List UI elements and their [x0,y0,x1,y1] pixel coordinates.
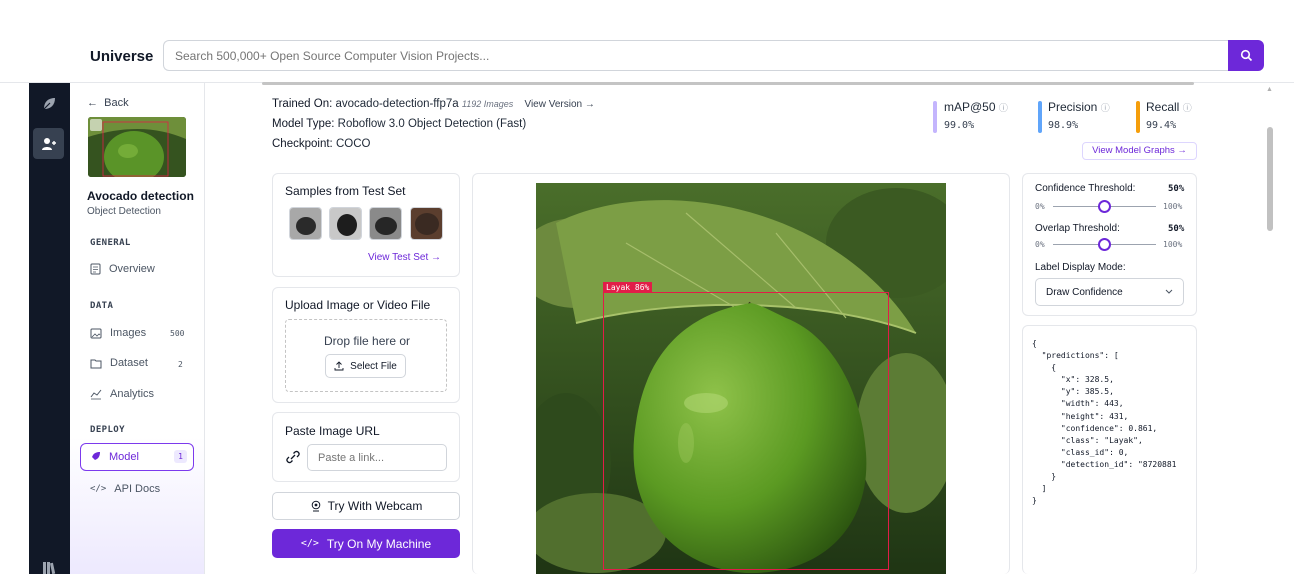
upload-title: Upload Image or Video File [285,298,431,312]
map-value: 99.0% [944,120,975,131]
back-link[interactable]: ← Back [87,97,129,109]
model-type-line: Model Type: Roboflow 3.0 Object Detectio… [272,118,527,130]
sidebar-item-dataset[interactable]: Dataset [90,357,148,369]
images-count: 500 [170,329,185,338]
overlap-slider-handle[interactable] [1098,238,1111,251]
analytics-icon [90,389,102,399]
books-icon[interactable] [37,555,61,574]
checkpoint-line: Checkpoint: COCO [272,138,371,150]
universe-brand[interactable]: Universe [90,48,153,65]
checkpoint-value: COCO [335,138,371,150]
document-icon [90,263,101,275]
precision-color-bar [1038,101,1042,133]
leaf-icon[interactable] [37,92,61,116]
section-deploy: DEPLOY [90,425,125,435]
globe-icon [90,119,102,131]
content-divider [262,82,1194,85]
sample-thumbnail[interactable] [329,207,362,240]
page-scrollbar[interactable] [1267,127,1273,231]
images-note: 1192 Images [461,99,514,109]
chevron-down-icon [1165,289,1173,294]
confidence-value: 50% [1168,184,1185,194]
image-url-input[interactable] [307,444,447,471]
overlap-min: 0% [1035,240,1045,249]
search-icon [1240,49,1252,62]
sidebar-item-overview[interactable]: Overview [90,263,155,275]
map-label: mAP@50 ⓘ [944,100,1008,114]
help-icon: ⓘ [998,103,1008,113]
overlap-value: 50% [1168,224,1185,234]
label-mode-select[interactable]: Draw Confidence [1035,278,1184,306]
code-icon: </> [300,538,319,549]
recall-color-bar [1136,101,1140,133]
dataset-count: 2 [178,360,183,369]
model-type-value: Roboflow 3.0 Object Detection (Fast) [337,118,527,130]
search-input[interactable] [163,40,1229,71]
sample-thumbnail[interactable] [289,207,322,240]
drop-text: Drop file here or [324,334,411,348]
help-icon: ⓘ [1100,103,1110,113]
upload-icon [334,361,344,371]
json-output-text: { "predictions": [ { "x": 328.5, "y": 38… [1032,339,1177,506]
sidebar-item-images[interactable]: Images [90,327,146,339]
rocket-icon [91,452,100,460]
project-thumbnail[interactable] [88,117,186,177]
confidence-max: 100% [1163,202,1183,211]
detection-bounding-box [603,292,889,570]
sidebar-item-model-label: Model [109,451,139,463]
paste-url-title: Paste Image URL [285,424,380,438]
section-data: DATA [90,301,114,311]
sidebar-item-analytics[interactable]: Analytics [90,388,154,400]
view-test-set-link[interactable]: View Test Set → [368,252,441,263]
help-icon: ⓘ [1182,103,1192,113]
sidebar-item-api-docs[interactable]: </> API Docs [90,483,160,495]
search-button[interactable] [1228,40,1264,71]
folder-icon [90,359,102,368]
confidence-min: 0% [1035,202,1045,211]
project-type: Object Detection [87,206,161,217]
confidence-label: Confidence Threshold: [1035,183,1136,194]
image-icon [90,328,102,338]
view-version-link[interactable]: View Version → [524,99,594,110]
recall-label: Recall ⓘ [1146,100,1192,114]
precision-label: Precision ⓘ [1048,100,1110,114]
sample-thumbnail[interactable] [410,207,443,240]
add-user-icon[interactable] [33,128,64,159]
select-file-button[interactable]: Select File [325,354,406,378]
confidence-slider-handle[interactable] [1098,200,1111,213]
detection-label: Layak 86% [603,282,653,293]
model-count: 1 [174,450,187,463]
recall-value: 99.4% [1146,120,1177,131]
scroll-up-icon[interactable]: ▲ [1266,86,1273,93]
link-icon [286,450,300,464]
section-general: GENERAL [90,238,131,248]
map-color-bar [933,101,937,133]
try-webcam-button[interactable]: Try With Webcam [272,492,460,520]
sample-thumbnail[interactable] [369,207,402,240]
samples-title: Samples from Test Set [285,184,406,198]
try-on-machine-button[interactable]: </> Try On My Machine [272,529,460,558]
overlap-label: Overlap Threshold: [1035,223,1120,234]
project-title: Avocado detection [87,189,194,203]
arrow-left-icon: ← [87,97,98,109]
webcam-icon [311,500,320,512]
precision-value: 98.9% [1048,120,1079,131]
trained-on-value: avocado-detection-ffp7a [335,98,459,110]
view-model-graphs-button[interactable]: View Model Graphs → [1082,142,1197,160]
label-mode-label: Label Display Mode: [1035,262,1126,273]
code-icon: </> [90,484,107,494]
overlap-max: 100% [1163,240,1183,249]
trained-on-line: Trained On: avocado-detection-ffp7a 1192… [272,98,595,110]
